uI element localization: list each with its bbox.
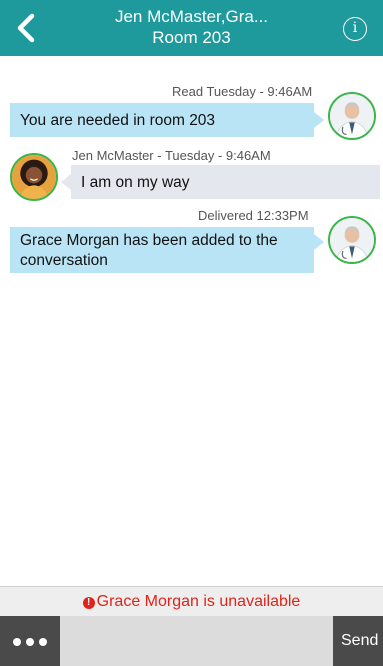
send-button[interactable]: Send [333,616,383,666]
message-text: You are needed in room 203 [20,112,216,129]
jen-avatar[interactable] [10,153,58,201]
availability-status: ! Grace Morgan is unavailable [0,586,383,616]
message-composer: Send [0,616,383,666]
doctor-avatar[interactable] [328,216,376,264]
status-text: Grace Morgan is unavailable [96,593,301,610]
title-room: Room 203 [152,28,231,47]
more-dots-icon [39,638,47,646]
message-bubble[interactable]: I am on my way [71,165,380,199]
message-text: I am on my way [81,174,190,191]
info-button[interactable]: i [343,17,367,41]
doctor-avatar-image [330,94,374,138]
message-bubble[interactable]: You are needed in room 203 [10,103,314,137]
conversation-title: Jen McMaster,Gra... Room 203 [60,6,323,48]
message-list[interactable]: Read Tuesday - 9:46AM You are needed in … [0,56,383,586]
jen-avatar-image [12,155,56,199]
message-input[interactable] [60,616,333,666]
more-dots-icon [13,638,21,646]
info-icon: i [352,20,358,36]
message-meta: Jen McMaster - Tuesday - 9:46AM [72,148,271,163]
chat-header: Jen McMaster,Gra... Room 203 i [0,0,383,56]
bubble-tail [314,112,324,128]
message-bubble[interactable]: Grace Morgan has been added to the conve… [10,227,314,273]
message-meta: Delivered 12:33PM [198,208,309,223]
bubble-tail [314,234,324,250]
alert-icon: ! [82,597,95,609]
doctor-avatar[interactable] [328,92,376,140]
message-text: Grace Morgan has been added to the conve… [20,232,278,269]
chevron-left-icon [17,13,35,43]
bubble-tail [61,174,71,190]
more-options-button[interactable] [0,616,60,666]
message-meta: Read Tuesday - 9:46AM [172,84,313,99]
title-participants: Jen McMaster,Gra... [114,7,269,26]
more-dots-icon [26,638,34,646]
doctor-avatar-image [330,218,374,262]
back-button[interactable] [12,12,40,44]
